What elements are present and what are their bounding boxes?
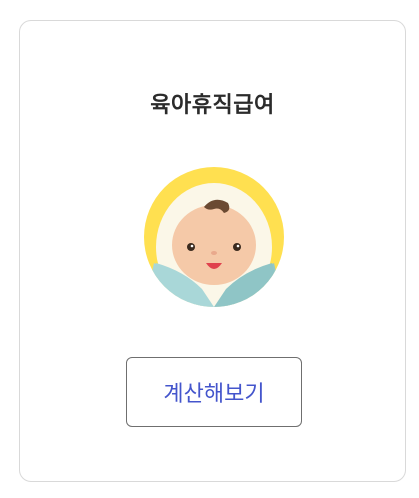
baby-icon [144,167,284,307]
benefit-card: 육아휴직급여 계산해보기 [19,20,406,482]
calculate-button[interactable]: 계산해보기 [126,357,302,427]
card-title: 육아휴직급여 [150,93,275,118]
